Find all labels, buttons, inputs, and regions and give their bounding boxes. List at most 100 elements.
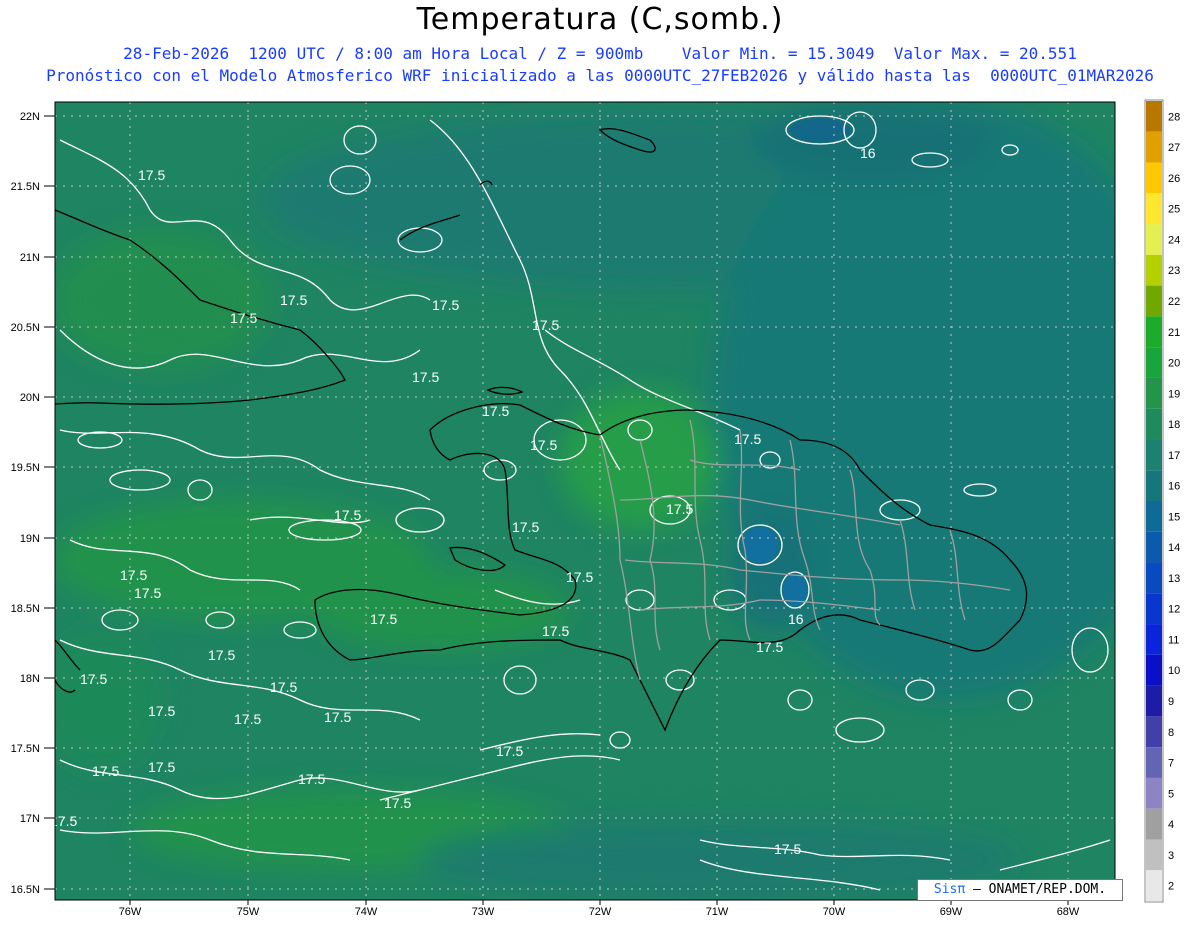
colorbar-swatch: [1146, 777, 1162, 809]
colorbar-label: 18: [1168, 419, 1180, 431]
colorbar-label: 2: [1168, 881, 1174, 893]
lat-label: 17.5N: [11, 743, 40, 755]
contour-label: 17.5: [230, 310, 257, 326]
colorbar-label: 10: [1168, 665, 1180, 677]
colorbar-swatch: [1146, 377, 1162, 409]
contour-label: 17.5: [432, 297, 459, 313]
latitude-axis: 22N 21.5N 21N 20.5N 20N 19.5N 19N 18.5N …: [11, 111, 40, 896]
contour-label: 17.5: [384, 795, 411, 811]
lat-label: 22N: [20, 111, 40, 123]
colorbar-swatch: [1146, 839, 1162, 871]
lat-label: 17N: [20, 813, 40, 825]
temperature-field: [55, 102, 1115, 900]
lon-label: 75W: [237, 906, 260, 918]
contour-label: 17.5: [756, 639, 783, 655]
contour-label: 17.5: [134, 585, 161, 601]
colorbar-label: 24: [1168, 234, 1180, 246]
contour-label: 17.5: [120, 567, 147, 583]
colorbar-swatch: [1146, 531, 1162, 563]
colorbar-label: 28: [1168, 111, 1180, 123]
contour-label: 17.5: [148, 759, 175, 775]
lon-label: 69W: [940, 906, 963, 918]
contour-label: 17.5: [774, 841, 801, 857]
colorbar-swatch: [1146, 439, 1162, 471]
colorbar-swatch: [1146, 808, 1162, 840]
colorbar-label: 5: [1168, 788, 1174, 800]
contour-label: 17.5: [234, 711, 261, 727]
colorbar-label: 14: [1168, 542, 1180, 554]
lat-label: 19N: [20, 533, 40, 545]
colorbar-swatch: [1146, 562, 1162, 594]
contour-label: 17.5: [334, 507, 361, 523]
lat-label: 18.5N: [11, 603, 40, 615]
contour-label: 17.5: [80, 671, 107, 687]
colorbar-swatch: [1146, 316, 1162, 348]
longitude-axis: 76W 75W 74W 73W 72W 71W 70W 69W 68W: [119, 906, 1080, 918]
lat-label: 18N: [20, 673, 40, 685]
map-figure: 17.5 17.5 17.5 17.5 17.5 17.5 17.5 17.5 …: [11, 99, 1180, 918]
colorbar-label: 11: [1168, 634, 1179, 646]
lon-label: 73W: [472, 906, 495, 918]
lat-label: 20.5N: [11, 322, 40, 334]
credit-text: – ONAMET/REP.DOM.: [973, 882, 1107, 897]
credit-box: Sisπ – ONAMET/REP.DOM.: [917, 879, 1123, 901]
colorbar-label: 15: [1168, 511, 1180, 523]
colorbar-label: 21: [1168, 327, 1180, 339]
colorbar-label: 8: [1168, 727, 1174, 739]
colorbar-label: 16: [1168, 481, 1180, 493]
colorbar-swatch: [1146, 716, 1162, 748]
colorbar-label: 7: [1168, 758, 1174, 770]
colorbar-swatch: [1146, 654, 1162, 686]
contour-label: 16: [860, 145, 876, 161]
contour-label: 17.5: [530, 437, 557, 453]
colorbar-label: 27: [1168, 142, 1180, 154]
contour-label: 16: [788, 611, 804, 627]
lon-label: 71W: [706, 906, 729, 918]
colorbar-swatch: [1146, 747, 1162, 778]
colorbar: 2827262524232221201918171615141312111098…: [1144, 99, 1180, 903]
brand-logo: Sisπ: [933, 882, 966, 897]
colorbar-swatch: [1146, 501, 1162, 532]
colorbar-swatch: [1146, 224, 1162, 255]
colorbar-swatch: [1146, 593, 1162, 625]
contour-label: 17.5: [412, 369, 439, 385]
colorbar-label: 12: [1168, 604, 1180, 616]
colorbar-swatch: [1146, 101, 1162, 132]
contour-label: 17.5: [542, 623, 569, 639]
lat-label: 16.5N: [11, 884, 40, 896]
contour-label: 17.5: [566, 569, 593, 585]
contour-label: 17.5: [734, 431, 761, 447]
lon-label: 68W: [1057, 906, 1080, 918]
colorbar-swatch: [1146, 347, 1162, 378]
colorbar-label: 23: [1168, 265, 1180, 277]
contour-label: 17.5: [512, 519, 539, 535]
colorbar-swatch: [1146, 254, 1162, 286]
contour-label: 17.5: [92, 763, 119, 779]
colorbar-label: 17: [1168, 450, 1180, 462]
colorbar-label: 26: [1168, 173, 1180, 185]
colorbar-label: 9: [1168, 696, 1174, 708]
colorbar-swatch: [1146, 470, 1162, 501]
contour-label: 17.5: [208, 647, 235, 663]
colorbar-label: 20: [1168, 358, 1180, 370]
colorbar-label: 13: [1168, 573, 1180, 585]
contour-label: 17.5: [138, 167, 165, 183]
colorbar-label: 22: [1168, 296, 1180, 308]
contour-label: 17.5: [270, 679, 297, 695]
lat-label: 21.5N: [11, 181, 40, 193]
colorbar-swatch: [1146, 131, 1162, 163]
lat-label: 20N: [20, 392, 40, 404]
colorbar-label: 19: [1168, 388, 1180, 400]
contour-label: 17.5: [370, 611, 397, 627]
lat-label: 21N: [20, 252, 40, 264]
colorbar-swatch: [1146, 162, 1162, 194]
lon-label: 72W: [589, 906, 612, 918]
colorbar-label: 3: [1168, 850, 1174, 862]
latitude-ticks: [44, 115, 55, 890]
colorbar-swatch: [1146, 193, 1162, 225]
colorbar-swatch: [1146, 685, 1162, 717]
contour-label: 17.5: [298, 771, 325, 787]
contour-label: 17.5: [482, 403, 509, 419]
contour-label: 17.5: [532, 317, 559, 333]
colorbar-swatch: [1146, 408, 1162, 440]
